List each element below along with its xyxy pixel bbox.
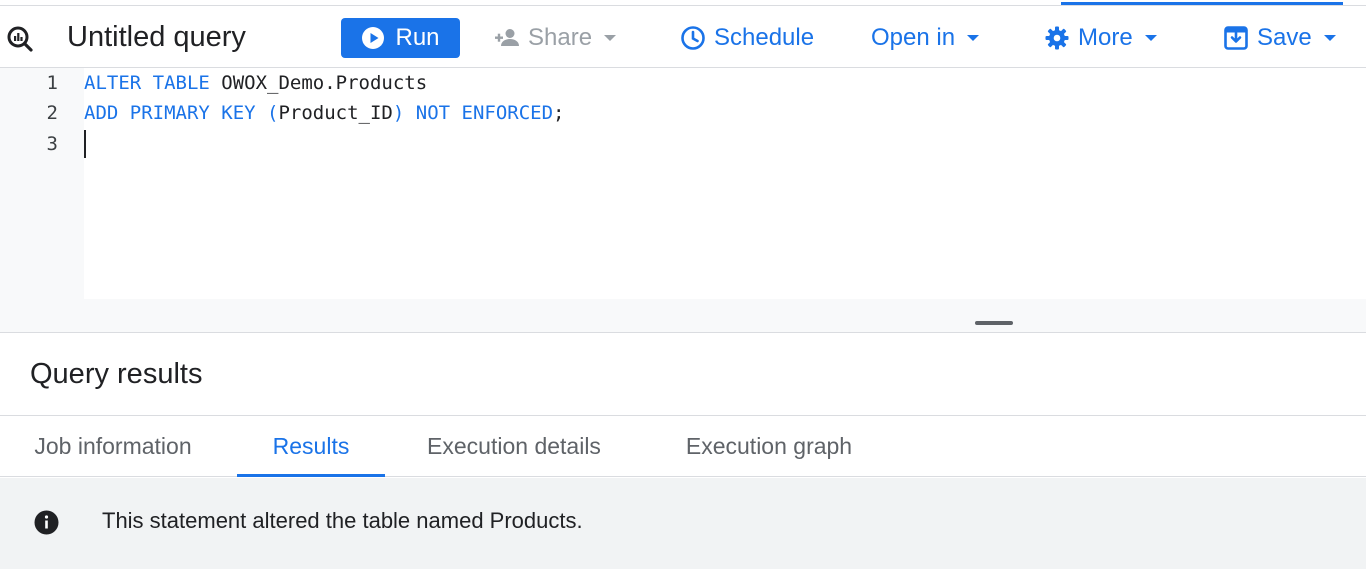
text-cursor <box>84 130 86 158</box>
tab-execution-details[interactable]: Execution details <box>396 416 632 477</box>
tab-execution-graph[interactable]: Execution graph <box>653 416 885 477</box>
code-line[interactable]: ADD PRIMARY KEY (Product_ID) NOT ENFORCE… <box>84 102 565 124</box>
chevron-down-icon <box>604 35 617 41</box>
sql-keyword: ADD PRIMARY KEY <box>84 102 256 124</box>
sql-keyword: NOT ENFORCED <box>404 102 554 124</box>
open-in-button[interactable]: Open in <box>871 18 980 58</box>
line-number: 2 <box>46 102 58 124</box>
sql-keyword: ALTER TABLE <box>84 72 210 94</box>
sql-token: Product_ID <box>278 102 393 124</box>
play-icon <box>362 27 385 49</box>
more-button-label: More <box>1078 24 1133 51</box>
result-message-panel: This statement altered the table named P… <box>0 478 1366 569</box>
query-icon <box>7 26 33 52</box>
share-button-label: Share <box>528 24 593 51</box>
tab-job-information[interactable]: Job information <box>0 416 226 477</box>
sql-token: OWOX_Demo.Products <box>209 72 428 94</box>
chevron-down-icon <box>1144 35 1157 41</box>
tab-results[interactable]: Results <box>237 416 385 477</box>
clock-icon <box>681 26 705 50</box>
open-in-button-label: Open in <box>871 24 956 51</box>
save-icon <box>1224 26 1248 50</box>
sql-token: ; <box>553 102 565 124</box>
line-number: 3 <box>46 133 58 155</box>
line-number: 1 <box>46 72 58 94</box>
chevron-down-icon <box>967 35 980 41</box>
active-tab-underline <box>237 474 385 477</box>
result-message: This statement altered the table named P… <box>102 508 583 533</box>
sql-keyword: ( <box>255 102 279 124</box>
schedule-button[interactable]: Schedule <box>680 18 814 58</box>
resize-handle[interactable] <box>975 321 1013 325</box>
chevron-down-icon <box>1323 35 1336 41</box>
gear-icon <box>1045 26 1069 50</box>
sql-editor[interactable]: 1 2 3 ALTER TABLE OWOX_Demo.Products ADD… <box>0 68 1366 299</box>
active-tab-indicator <box>1061 2 1343 5</box>
query-title[interactable]: Untitled query <box>67 20 246 54</box>
run-button[interactable]: Run <box>341 18 460 58</box>
code-line[interactable]: ALTER TABLE OWOX_Demo.Products <box>84 72 427 94</box>
schedule-button-label: Schedule <box>714 24 815 51</box>
sql-keyword: ) <box>392 102 405 124</box>
share-button[interactable]: Share <box>494 18 617 58</box>
results-title: Query results <box>30 358 203 390</box>
save-button[interactable]: Save <box>1223 18 1336 58</box>
results-tabs: Job information Results Execution detail… <box>0 416 1366 477</box>
info-icon <box>34 510 59 535</box>
save-button-label: Save <box>1257 24 1312 51</box>
more-button[interactable]: More <box>1044 18 1157 58</box>
query-toolbar: Untitled query Run Share Schedule Open i… <box>0 6 1366 68</box>
person-add-icon <box>495 29 519 46</box>
editor-results-splitter <box>0 299 1366 333</box>
run-button-label: Run <box>395 24 440 51</box>
